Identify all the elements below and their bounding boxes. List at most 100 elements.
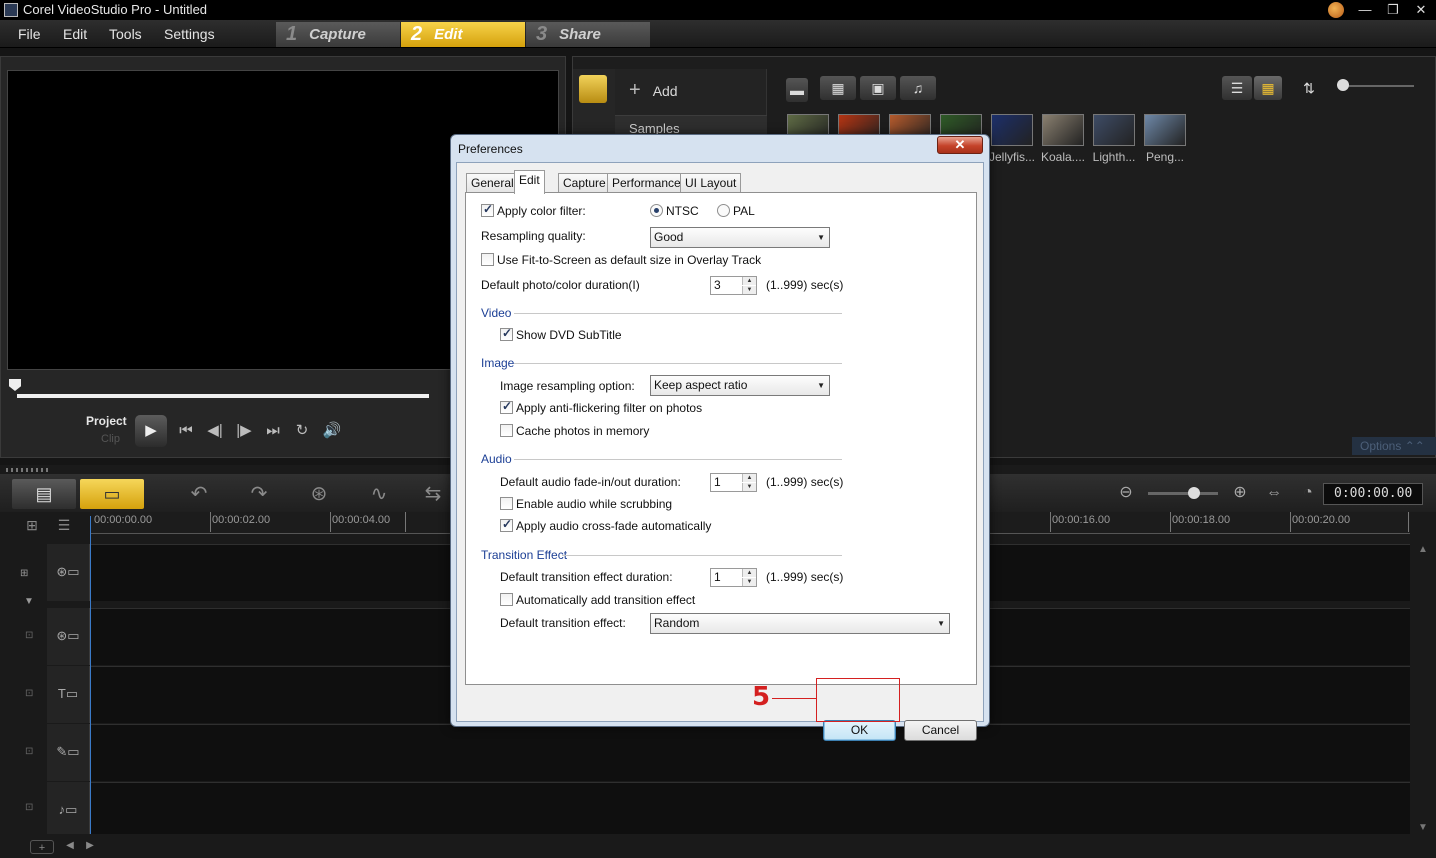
play-button[interactable]: ▶ [135, 415, 167, 447]
auto-music-icon[interactable]: ⇆ [420, 483, 446, 505]
anti-flicker-checkbox[interactable] [500, 399, 513, 414]
menu-settings[interactable]: Settings [164, 26, 215, 42]
library-thumbnail[interactable] [1144, 114, 1186, 146]
spin-down-icon[interactable]: ▼ [742, 578, 756, 586]
step-share[interactable]: 3 Share [526, 22, 650, 47]
transition-duration-spinner[interactable]: 1 ▲ ▼ [710, 568, 757, 587]
pal-radio[interactable] [717, 204, 730, 217]
show-audio-icon[interactable]: ♫ [900, 76, 936, 100]
repeat-icon[interactable]: ↻ [291, 421, 313, 441]
show-photos-icon[interactable]: ▣ [860, 76, 896, 100]
resampling-quality-select[interactable]: Good ▼ [650, 227, 830, 248]
add-folder-button[interactable]: + Add [629, 79, 678, 102]
tab-ui-layout[interactable]: UI Layout [680, 173, 742, 193]
corel-icon[interactable] [1328, 2, 1344, 18]
volume-icon[interactable]: 🔊 [321, 421, 343, 441]
record-capture-icon[interactable]: ⊛ [306, 483, 332, 505]
timecode-display[interactable]: 0:00:00.00 [1323, 483, 1423, 505]
previous-frame-icon[interactable]: ◀| [204, 421, 226, 441]
apply-color-filter-checkbox[interactable] [481, 202, 494, 217]
tab-performance[interactable]: Performance [607, 173, 686, 193]
playhead[interactable] [90, 516, 91, 834]
tab-capture[interactable]: Capture [558, 173, 611, 193]
storyboard-view-icon[interactable]: ▤ [12, 479, 76, 509]
project-mode-label[interactable]: Project [86, 414, 127, 428]
scroll-right-icon[interactable]: ▶ [82, 838, 98, 854]
show-dvd-subtitle-checkbox[interactable] [500, 326, 513, 341]
undo-icon[interactable]: ↶ [186, 483, 212, 505]
spin-up-icon[interactable]: ▲ [742, 277, 756, 285]
folder-icon[interactable]: ▬ [786, 78, 808, 102]
overlay-track-icon[interactable]: ⊛▭ [47, 608, 90, 665]
video-track-icon[interactable]: ⊛▭ [47, 544, 90, 601]
lock-icon[interactable]: ⊡ [25, 746, 35, 757]
home-icon[interactable]: ⏮ [175, 421, 197, 441]
image-resampling-select[interactable]: Keep aspect ratio ▼ [650, 375, 830, 396]
photo-duration-spinner[interactable]: 3 ▲ ▼ [710, 276, 757, 295]
lock-icon[interactable]: ⊡ [25, 802, 35, 813]
audio-crossfade-checkbox[interactable] [500, 517, 513, 532]
tab-general[interactable]: General [466, 173, 519, 193]
track-manager-icon[interactable]: ⊞ [20, 514, 44, 536]
dialog-close-button[interactable]: ✕ [937, 136, 983, 154]
music-track-icon[interactable]: ♪▭ [47, 782, 90, 834]
spin-up-icon[interactable]: ▲ [742, 569, 756, 577]
lock-icon[interactable]: ⊡ [25, 630, 35, 641]
voice-track[interactable] [47, 724, 1410, 781]
scrub-bar[interactable] [17, 394, 429, 398]
audio-fade-spinner[interactable]: 1 ▲ ▼ [710, 473, 757, 492]
restore-button[interactable]: ❐ [1382, 1, 1404, 19]
add-track-icon[interactable]: + [30, 840, 54, 854]
scroll-left-icon[interactable]: ◀ [62, 838, 78, 854]
audio-scrub-checkbox[interactable] [500, 497, 513, 510]
menu-edit[interactable]: Edit [63, 26, 87, 42]
expand-arrow-icon[interactable]: ▼ [24, 596, 34, 607]
options-button[interactable]: Options ⌃⌃ [1352, 437, 1436, 455]
ok-button[interactable]: OK [823, 720, 896, 741]
duration-icon[interactable]: ◔ [1298, 483, 1318, 503]
library-thumbnail[interactable] [1042, 114, 1084, 146]
sound-mixer-icon[interactable]: ∿ [366, 483, 392, 505]
thumbnail-view-icon[interactable]: ▦ [1254, 76, 1282, 100]
lock-icon[interactable]: ⊡ [25, 688, 35, 699]
list-view-icon[interactable]: ☰ [1222, 76, 1252, 100]
default-transition-select[interactable]: Random ▼ [650, 613, 950, 634]
spin-down-icon[interactable]: ▼ [742, 483, 756, 491]
ntsc-radio[interactable] [650, 204, 663, 217]
tab-edit[interactable]: Edit [514, 170, 545, 194]
zoom-out-icon[interactable]: ⊖ [1116, 483, 1136, 503]
thumbnail-size-slider[interactable] [1338, 85, 1414, 87]
scrub-handle[interactable] [9, 379, 21, 391]
timeline-zoom-slider[interactable] [1148, 492, 1218, 495]
scroll-up-arrow-icon[interactable]: ▲ [1418, 544, 1428, 555]
fit-to-screen-checkbox[interactable] [481, 253, 494, 266]
auto-transition-checkbox[interactable] [500, 593, 513, 606]
menu-file[interactable]: File [18, 26, 41, 42]
menu-tools[interactable]: Tools [109, 26, 142, 42]
cancel-button[interactable]: Cancel [904, 720, 977, 741]
fit-project-icon[interactable]: ⇔ [1264, 483, 1284, 503]
title-track-icon[interactable]: T▭ [47, 666, 90, 723]
track-manager-small-icon[interactable]: ⊞ [20, 568, 30, 579]
redo-icon[interactable]: ↷ [246, 483, 272, 505]
timeline-view-icon[interactable]: ▭ [80, 479, 144, 509]
spin-up-icon[interactable]: ▲ [742, 474, 756, 482]
step-edit[interactable]: 2 Edit [401, 22, 525, 47]
show-videos-icon[interactable]: ▦ [820, 76, 856, 100]
thumbnail-size-knob[interactable] [1337, 79, 1349, 91]
chapter-icon[interactable]: ☰ [52, 514, 76, 536]
zoom-in-icon[interactable]: ⊕ [1230, 483, 1250, 503]
cache-photos-checkbox[interactable] [500, 424, 513, 437]
sort-icon[interactable]: ⇅ [1296, 76, 1322, 100]
spin-down-icon[interactable]: ▼ [742, 286, 756, 294]
clip-mode-label[interactable]: Clip [101, 433, 120, 445]
step-capture[interactable]: 1 Capture [276, 22, 400, 47]
scroll-down-arrow-icon[interactable]: ▼ [1418, 822, 1428, 833]
voice-track-icon[interactable]: ✎▭ [47, 724, 90, 781]
timeline-zoom-knob[interactable] [1188, 487, 1200, 499]
music-track[interactable] [47, 782, 1410, 834]
next-frame-icon[interactable]: |▶ [233, 421, 255, 441]
library-thumbnail[interactable] [991, 114, 1033, 146]
minimize-button[interactable]: — [1354, 1, 1376, 19]
end-icon[interactable]: ⏭ [262, 421, 284, 441]
